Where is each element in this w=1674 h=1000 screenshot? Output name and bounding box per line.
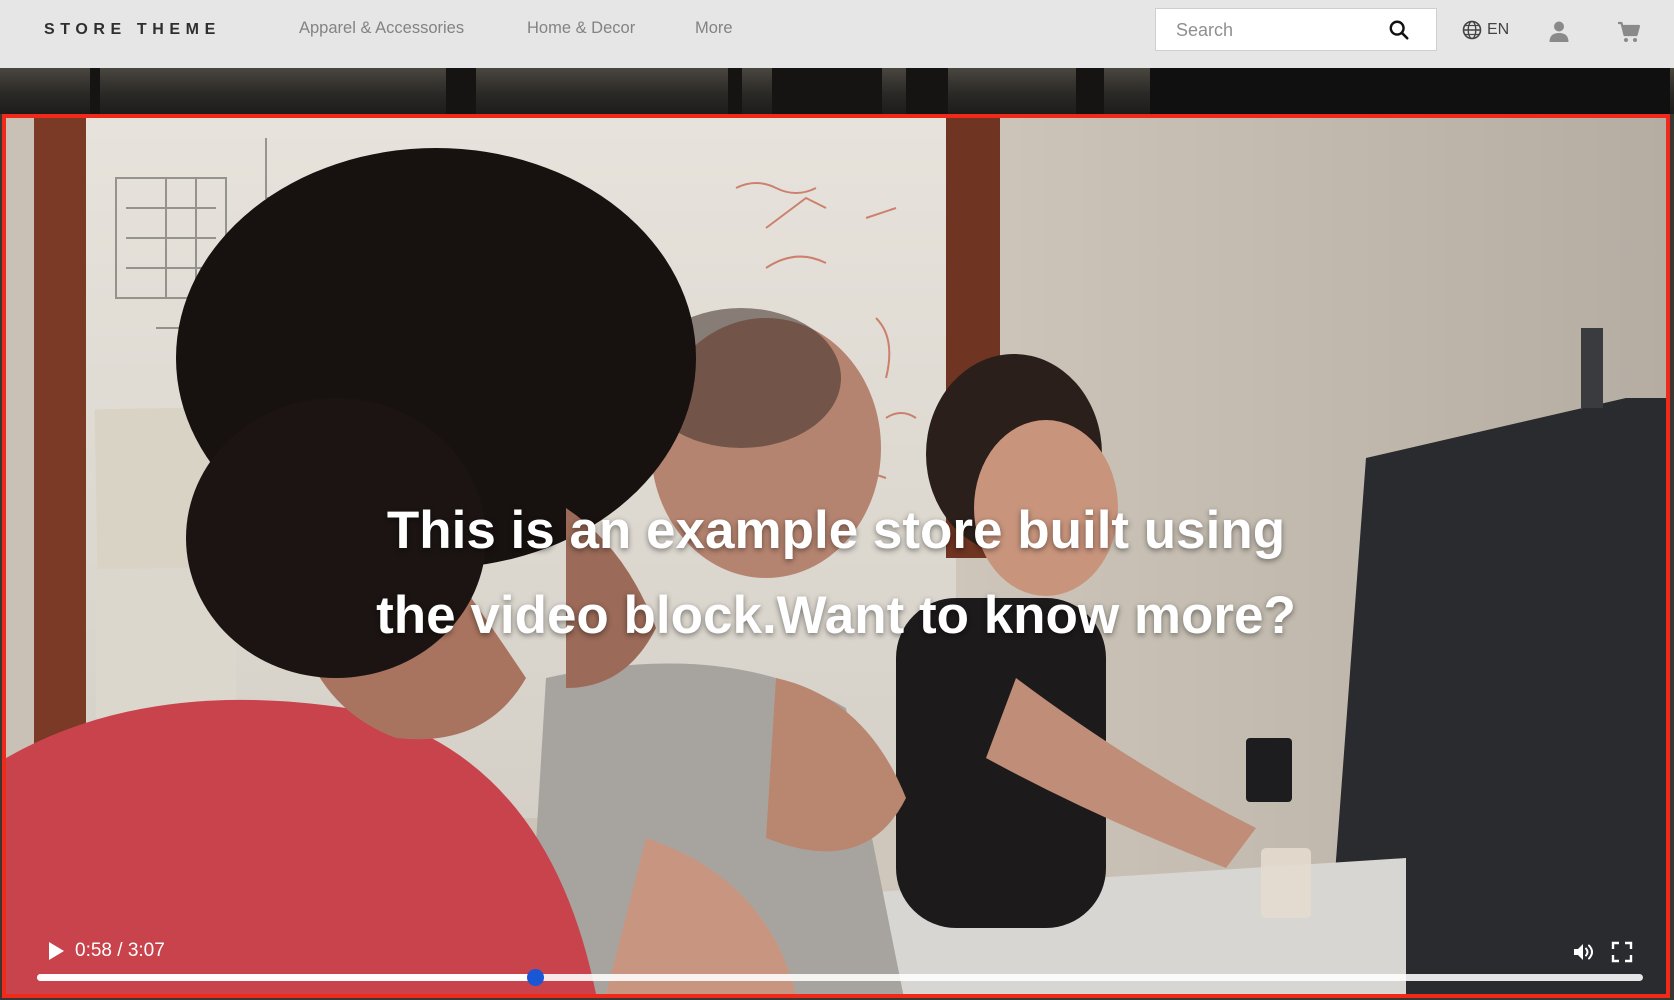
search-icon[interactable] [1388,19,1410,41]
fullscreen-icon[interactable] [1611,941,1633,963]
language-label: EN [1487,21,1510,38]
search-box [1155,8,1437,51]
background-strip [0,68,1674,114]
cart-icon[interactable] [1617,20,1641,44]
progress-fill [37,974,535,981]
time-display: 0:58 / 3:07 [75,940,165,961]
site-header: STORE THEME Apparel & Accessories Home &… [0,0,1674,68]
search-input[interactable] [1176,18,1386,42]
nav-item-apparel-accessories[interactable]: Apparel & Accessories [299,19,464,38]
nav-item-home-decor[interactable]: Home & Decor [527,19,635,38]
user-icon[interactable] [1547,19,1571,43]
store-logo[interactable]: STORE THEME [44,21,221,39]
volume-icon[interactable] [1572,941,1596,963]
progress-handle[interactable] [526,969,544,986]
nav-item-more[interactable]: More [695,19,733,38]
video-controls: 0:58 / 3:07 [6,118,1666,994]
video-player[interactable]: This is an example store built using the… [2,114,1670,998]
progress-bar[interactable] [37,969,1643,986]
play-icon[interactable] [46,940,66,962]
globe-icon [1462,20,1482,40]
